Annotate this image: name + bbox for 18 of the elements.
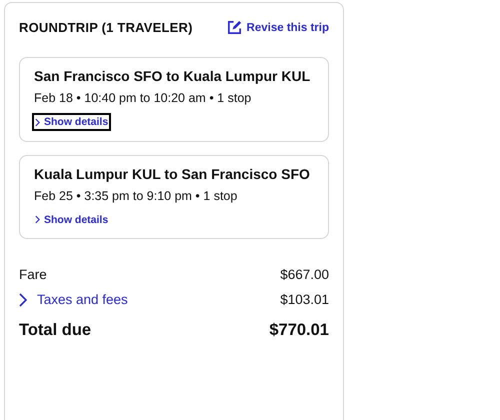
flight-details: Feb 18 • 10:40 pm to 10:20 am • 1 stop [34, 91, 252, 105]
chevron-icon [35, 215, 40, 224]
show-details-button[interactable]: Show details [32, 210, 112, 228]
price-amount: $667.00 [280, 267, 329, 282]
price-amount: $103.01 [280, 292, 329, 307]
taxes-toggle[interactable]: Taxes and fees [19, 292, 128, 307]
edit-icon [226, 20, 242, 35]
flight-route: Kuala Lumpur KUL to San Francisco SFO [34, 166, 311, 182]
flight-route: San Francisco SFO to Kuala Lumpur KUL [34, 68, 312, 84]
flight-details: Feb 25 • 3:35 pm to 9:10 pm • 1 stop [34, 188, 238, 202]
price-label: Fare [19, 267, 47, 282]
total-label: Total due [19, 321, 92, 340]
total-amount: $770.01 [269, 321, 329, 340]
chevron-icon [35, 118, 40, 126]
summary-title: ROUNDTRIP (1 TRAVELER) [19, 20, 193, 35]
chevron-icon [19, 292, 27, 306]
revise-trip-link[interactable]: Revise this trip [226, 20, 329, 35]
show-details-button[interactable]: Show details [32, 113, 112, 131]
